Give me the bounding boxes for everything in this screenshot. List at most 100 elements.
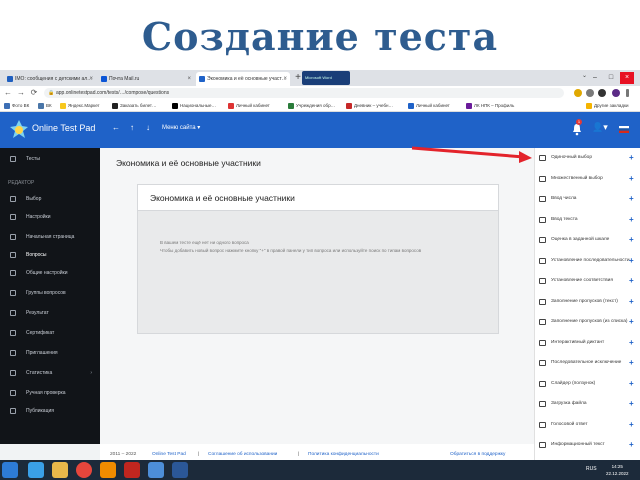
kebab-menu-icon[interactable]	[626, 89, 629, 97]
add-question-button[interactable]: +	[629, 435, 634, 455]
bookmark[interactable]: Личный кабинет	[228, 100, 270, 112]
close-window-icon[interactable]: ×	[620, 72, 634, 84]
add-question-button[interactable]: +	[629, 333, 634, 353]
add-question-button[interactable]: +	[629, 169, 634, 189]
add-question-button[interactable]: +	[629, 394, 634, 414]
sidebar-item-questions[interactable]: Вопросы	[0, 246, 100, 264]
question-type-item[interactable]: Последовательное исключение +	[535, 353, 640, 373]
sidebar-item-stats[interactable]: Статистика ›	[0, 364, 100, 382]
bookmark[interactable]: ВК	[38, 100, 52, 112]
add-question-button[interactable]: +	[629, 271, 634, 291]
sidebar-item-publish[interactable]: Публикация	[0, 402, 100, 420]
bookmark[interactable]: Яндекс.Маркет	[60, 100, 100, 112]
question-type-item[interactable]: Ввод текста +	[535, 210, 640, 230]
forward-icon[interactable]: →	[15, 87, 27, 99]
browser-tab[interactable]: IMO: сообщения с детскими ал… ×	[4, 72, 96, 86]
move-up-icon[interactable]: ↑	[130, 123, 134, 132]
question-type-item[interactable]: Установление последовательности +	[535, 251, 640, 271]
question-type-icon	[539, 360, 546, 366]
start-icon[interactable]	[2, 462, 18, 478]
profile-icon[interactable]	[612, 89, 620, 97]
add-question-button[interactable]: +	[629, 415, 634, 435]
add-question-button[interactable]: +	[629, 292, 634, 312]
bookmark[interactable]: Заказать билет…	[112, 100, 157, 112]
sidebar-item-manual-check[interactable]: Ручная проверка	[0, 384, 100, 402]
explorer-icon[interactable]	[52, 462, 68, 478]
sidebar-item-tests[interactable]: Тесты	[0, 150, 100, 168]
online-test-pad-logo-icon[interactable]	[8, 118, 30, 142]
ie-icon[interactable]	[28, 462, 44, 478]
move-down-icon[interactable]: ↓	[146, 123, 150, 132]
bookmark[interactable]: Личный кабинет	[408, 100, 450, 112]
sidebar-item-choice[interactable]: Выбор	[0, 190, 100, 208]
bookmark[interactable]: Национальные…	[172, 100, 216, 112]
bookmark-folder[interactable]: Другие закладки	[586, 100, 628, 112]
question-type-item[interactable]: Установление соответствия +	[535, 271, 640, 291]
bookmark[interactable]: Учреждения обр…	[288, 100, 335, 112]
close-icon[interactable]: ×	[89, 72, 93, 86]
url-field[interactable]: 🔒 app.onlinetestpad.com/tests/…/compose/…	[44, 88, 564, 98]
minimize-icon[interactable]: –	[588, 72, 602, 84]
support-link[interactable]: Обратиться в поддержку	[450, 452, 505, 457]
reload-icon[interactable]: ⟳	[28, 87, 40, 99]
add-question-button[interactable]: +	[629, 189, 634, 209]
question-type-item[interactable]: Заполнение пропусков (из списка) +	[535, 312, 640, 332]
question-type-item[interactable]: Слайдер (ползунок) +	[535, 374, 640, 394]
filezilla-icon[interactable]	[124, 462, 140, 478]
extension-icon[interactable]	[598, 89, 606, 97]
sidebar-item-result[interactable]: Результат	[0, 304, 100, 322]
chrome-icon[interactable]	[76, 462, 92, 478]
back-icon[interactable]: ←	[2, 87, 14, 99]
files-icon[interactable]	[148, 462, 164, 478]
add-question-button[interactable]: +	[629, 251, 634, 271]
chevron-down-icon[interactable]: ⌄	[582, 72, 587, 79]
add-question-button[interactable]: +	[629, 312, 634, 332]
add-question-button[interactable]: +	[629, 353, 634, 373]
extension-icon[interactable]	[574, 89, 582, 97]
sidebar-item-general-settings[interactable]: Общие настройки	[0, 264, 100, 282]
question-type-item[interactable]: Загрузка файла +	[535, 394, 640, 414]
card-header: Экономика и её основные участники	[138, 185, 498, 211]
question-type-item[interactable]: Ввод числа +	[535, 189, 640, 209]
media-icon[interactable]	[100, 462, 116, 478]
close-icon[interactable]: ×	[283, 72, 287, 86]
question-type-item[interactable]: Интерактивный диктант +	[535, 333, 640, 353]
bookmark[interactable]: Дневник – учебн…	[346, 100, 393, 112]
bookmark[interactable]: Фото ВК	[4, 100, 29, 112]
add-question-button[interactable]: +	[629, 210, 634, 230]
bookmark-icon	[466, 103, 472, 109]
maximize-icon[interactable]: □	[604, 72, 618, 84]
add-question-button[interactable]: +	[629, 148, 634, 168]
question-type-item[interactable]: Информационный текст +	[535, 435, 640, 455]
sidebar-item-invite[interactable]: Приглашения	[0, 344, 100, 362]
sidebar-item-groups[interactable]: Группы вопросов	[0, 284, 100, 302]
question-type-item[interactable]: Множественный выбор +	[535, 169, 640, 189]
footer-link[interactable]: Online Test Pad	[152, 452, 186, 457]
browser-tab[interactable]: Почта Mail.ru ×	[98, 72, 194, 86]
window-thumbnail[interactable]: Microsoft Word	[302, 71, 350, 85]
sidebar-item-settings[interactable]: Настройки	[0, 208, 100, 226]
add-question-button[interactable]: +	[629, 374, 634, 394]
app-name[interactable]: Online Test Pad	[32, 123, 95, 133]
sidebar-item-certificate[interactable]: Сертификат	[0, 324, 100, 342]
sidebar-item-start-page[interactable]: Начальная страница	[0, 228, 100, 246]
back-arrow-icon[interactable]: ←	[112, 123, 120, 132]
puzzle-icon[interactable]	[586, 89, 594, 97]
keyboard-language[interactable]: RUS	[586, 466, 597, 472]
footer-link[interactable]: Соглашение об использовании	[208, 452, 277, 457]
footer-link[interactable]: Политика конфиденциальности	[308, 452, 379, 457]
bookmark[interactable]: ЛК НПК – Профиль	[466, 100, 514, 112]
add-question-button[interactable]: +	[629, 230, 634, 250]
browser-tab-active[interactable]: Экономика и её основные участ… ×	[196, 72, 290, 86]
question-type-label: Ввод числа	[551, 196, 577, 201]
word-icon[interactable]	[172, 462, 188, 478]
question-type-item[interactable]: Голосовой ответ +	[535, 415, 640, 435]
question-type-item[interactable]: Одиночный выбор +	[535, 148, 640, 168]
site-menu-link[interactable]: Меню сайта ▾	[162, 124, 200, 131]
question-type-item[interactable]: Заполнение пропусков (текст) +	[535, 292, 640, 312]
user-icon[interactable]: 👤▾	[592, 122, 608, 133]
close-icon[interactable]: ×	[187, 72, 191, 86]
tray-clock[interactable]: 14:25 22.12.2022	[606, 463, 629, 477]
question-type-item[interactable]: Оценка в заданной шкале +	[535, 230, 640, 250]
russian-flag-icon[interactable]	[619, 126, 629, 133]
